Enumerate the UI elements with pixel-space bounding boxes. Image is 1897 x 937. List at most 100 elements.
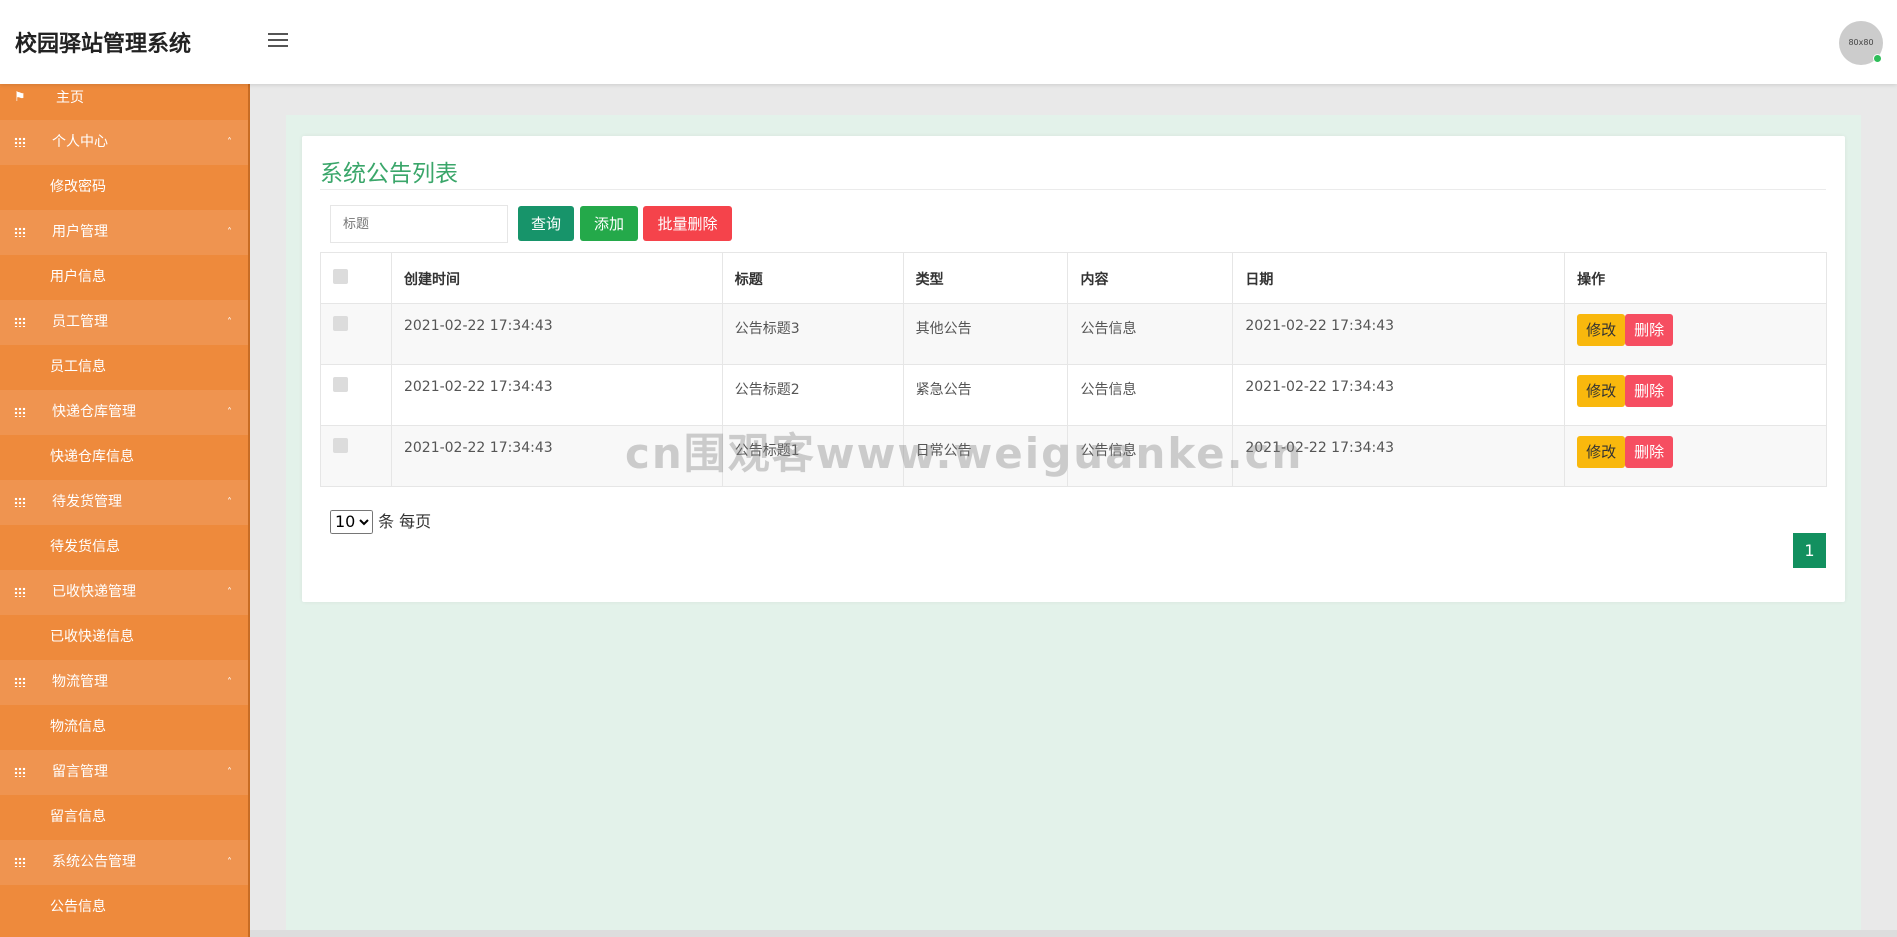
sidebar-group-label: 快递仓库管理	[52, 404, 136, 420]
column-header: 内容	[1067, 252, 1234, 304]
sidebar-item-user-info[interactable]: 用户信息	[0, 255, 248, 300]
row-checkbox[interactable]	[333, 377, 348, 392]
row-checkbox[interactable]	[333, 438, 348, 453]
sidebar-group-received[interactable]: 已收快递管理 ˄	[0, 570, 248, 615]
chevron-up-icon: ˄	[227, 587, 232, 598]
sidebar-group-pending-shipment[interactable]: 待发货管理 ˄	[0, 480, 248, 525]
title-search-input[interactable]	[330, 205, 508, 243]
chevron-up-icon: ˄	[227, 227, 232, 238]
chevron-up-icon: ˄	[227, 677, 232, 688]
chevron-up-icon: ˄	[227, 407, 232, 418]
grid-icon	[14, 210, 26, 255]
app-title: 校园驿站管理系统	[15, 32, 192, 57]
sidebar-item-label: 用户信息	[50, 269, 106, 285]
pagination-page-button[interactable]: 1	[1793, 533, 1826, 568]
delete-button[interactable]: 删除	[1625, 314, 1674, 346]
sidebar-item-label: 员工信息	[50, 359, 106, 375]
avatar-placeholder-text: 80x80	[1848, 38, 1874, 47]
query-button[interactable]: 查询	[518, 206, 574, 241]
chevron-up-icon: ˄	[227, 857, 232, 868]
select-all-checkbox[interactable]	[333, 268, 348, 284]
cell-date: 2021-02-22 17:34:43	[1232, 303, 1566, 365]
watermark: cn围观客www.weiguanke.cn	[625, 429, 1304, 478]
grid-icon	[14, 390, 26, 435]
sidebar-item-label: 已收快递信息	[50, 629, 134, 645]
menu-toggle-icon[interactable]	[268, 33, 288, 49]
page-size-suffix: 条 每页	[378, 512, 432, 531]
cell-created-time: 2021-02-22 17:34:43	[390, 364, 723, 426]
grid-icon	[14, 660, 26, 705]
sidebar-group-label: 留言管理	[52, 764, 108, 780]
table-header-row: 创建时间 标题 类型 内容 日期 操作	[320, 252, 1827, 304]
sidebar-item-announcement-info[interactable]: 公告信息	[0, 885, 248, 930]
sidebar-group-label: 物流管理	[52, 674, 108, 690]
edit-button[interactable]: 修改	[1577, 314, 1626, 346]
sidebar-group-staff[interactable]: 员工管理 ˄	[0, 300, 248, 345]
sidebar-item-staff-info[interactable]: 员工信息	[0, 345, 248, 390]
sidebar-item-change-password[interactable]: 修改密码	[0, 165, 248, 210]
cell-content: 公告信息	[1067, 364, 1234, 426]
sidebar-group-label: 待发货管理	[52, 494, 122, 510]
column-header: 标题	[721, 252, 904, 304]
grid-icon	[14, 570, 26, 615]
sidebar-item-label: 公告信息	[50, 899, 106, 915]
sidebar-group-logistics[interactable]: 物流管理 ˄	[0, 660, 248, 705]
sidebar-item-label: 主页	[56, 90, 84, 106]
sidebar-group-profile[interactable]: 个人中心 ˄	[0, 120, 248, 165]
grid-icon	[14, 750, 26, 795]
batch-delete-button[interactable]: 批量删除	[643, 206, 732, 241]
sidebar-item-label: 留言信息	[50, 809, 106, 825]
edit-button[interactable]: 修改	[1577, 436, 1626, 468]
page-size-control: 10 条 每页	[330, 508, 431, 534]
announcement-list-card: 系统公告列表 查询 添加 批量删除 创建时间 标题 类型 内容 日期 操作 20…	[302, 136, 1845, 602]
divider	[320, 189, 1826, 190]
table-row: 2021-02-22 17:34:43 公告标题2 紧急公告 公告信息 2021…	[320, 364, 1827, 426]
column-header: 日期	[1232, 252, 1566, 304]
edit-button[interactable]: 修改	[1577, 375, 1626, 407]
avatar[interactable]: 80x80	[1839, 21, 1883, 65]
delete-button[interactable]: 删除	[1625, 375, 1674, 407]
sidebar-group-users[interactable]: 用户管理 ˄	[0, 210, 248, 255]
column-header: 类型	[902, 252, 1069, 304]
grid-icon	[14, 300, 26, 345]
column-header: 创建时间	[390, 252, 723, 304]
delete-button[interactable]: 删除	[1625, 436, 1674, 468]
sidebar-group-label: 个人中心	[52, 134, 108, 150]
sidebar-group-label: 已收快递管理	[52, 584, 136, 600]
online-status-dot	[1873, 54, 1882, 63]
row-checkbox[interactable]	[333, 316, 348, 331]
sidebar-group-warehouse[interactable]: 快递仓库管理 ˄	[0, 390, 248, 435]
sidebar-item-warehouse-info[interactable]: 快递仓库信息	[0, 435, 248, 480]
sidebar-item-label: 快递仓库信息	[50, 449, 134, 465]
flag-icon: ⚑	[14, 90, 26, 105]
sidebar-group-label: 员工管理	[52, 314, 108, 330]
sidebar-group-label: 系统公告管理	[52, 854, 136, 870]
sidebar-item-messages-info[interactable]: 留言信息	[0, 795, 248, 840]
bottom-strip	[0, 930, 1897, 937]
cell-title: 公告标题3	[721, 303, 904, 365]
sidebar-item-received-info[interactable]: 已收快递信息	[0, 615, 248, 660]
sidebar-group-announcements[interactable]: 系统公告管理 ˄	[0, 840, 248, 885]
select-all-cell[interactable]	[320, 252, 392, 304]
chevron-up-icon: ˄	[227, 137, 232, 148]
sidebar-item-home[interactable]: ⚑ 主页	[0, 84, 248, 120]
grid-icon	[14, 120, 26, 165]
chevron-up-icon: ˄	[227, 767, 232, 778]
sidebar-group-messages[interactable]: 留言管理 ˄	[0, 750, 248, 795]
page-title: 系统公告列表	[320, 161, 458, 187]
sidebar: ⚑ 主页 个人中心 ˄ 修改密码 用户管理 ˄ 用户信息 员工管理 ˄ 员工信息 快递…	[0, 84, 250, 937]
sidebar-item-label: 物流信息	[50, 719, 106, 735]
chevron-up-icon: ˄	[227, 317, 232, 328]
sidebar-item-pending-shipment-info[interactable]: 待发货信息	[0, 525, 248, 570]
sidebar-item-logistics-info[interactable]: 物流信息	[0, 705, 248, 750]
sidebar-item-label: 修改密码	[50, 179, 106, 195]
cell-content: 公告信息	[1067, 303, 1234, 365]
sidebar-item-label: 待发货信息	[50, 539, 120, 555]
column-header: 操作	[1564, 252, 1827, 304]
cell-type: 其他公告	[902, 303, 1069, 365]
page-size-select[interactable]: 10	[330, 509, 373, 534]
add-button[interactable]: 添加	[580, 206, 638, 241]
grid-icon	[14, 480, 26, 525]
chevron-up-icon: ˄	[227, 497, 232, 508]
table-row: 2021-02-22 17:34:43 公告标题3 其他公告 公告信息 2021…	[320, 303, 1827, 365]
